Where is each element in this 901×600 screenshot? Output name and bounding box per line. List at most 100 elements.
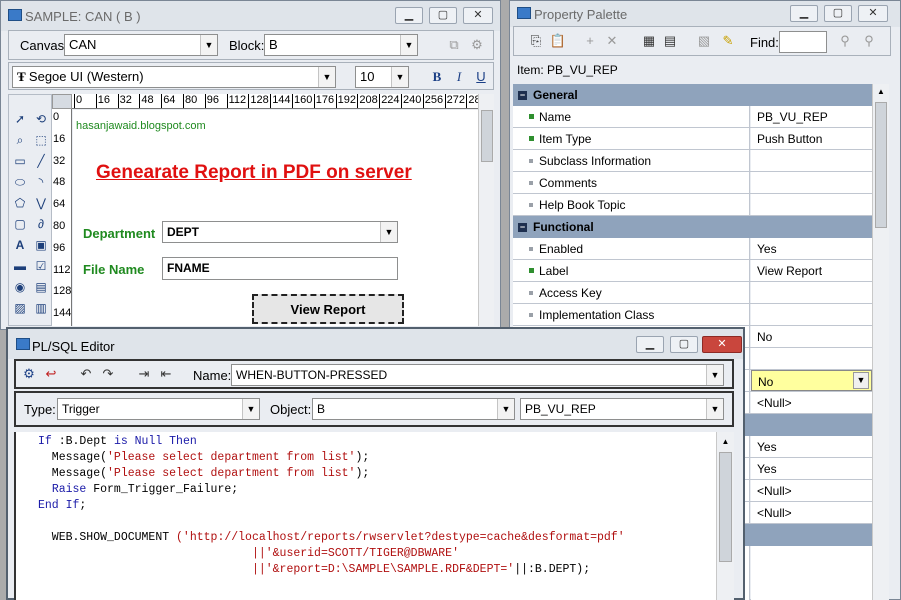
chart-tool-icon[interactable]: ▥ [31,298,51,318]
delete-property-icon[interactable]: ✕ [602,31,622,51]
trigger-name-select[interactable]: WHEN-BUTTON-PRESSED ▼ [231,364,724,386]
layout-canvas[interactable]: hasanjawaid.blogspot.com Genearate Repor… [73,110,478,326]
scroll-thumb[interactable] [719,452,732,562]
freehand-tool-icon[interactable]: ∂ [31,214,51,234]
property-row[interactable]: Help Book Topic [513,194,872,216]
checkbox-tool-icon[interactable]: ☑ [31,256,51,276]
scroll-up-icon[interactable]: ▲ [717,434,734,450]
property-value[interactable]: <Null> [751,480,872,501]
underline-button[interactable]: U [471,67,491,87]
canvas-select[interactable]: CAN ▼ [64,34,218,56]
select-tool-icon[interactable]: ➚ [10,109,30,129]
image-tool-icon[interactable]: ▨ [10,298,30,318]
share-icon[interactable]: ⧉ [444,35,464,55]
property-value[interactable] [751,194,872,215]
close-button[interactable]: ✕ [463,7,493,24]
code-vertical-scrollbar[interactable]: ▲ [716,432,734,600]
close-button[interactable]: ✕ [702,336,742,353]
property-value[interactable]: Yes [751,458,872,479]
property-value[interactable] [751,304,872,325]
view-report-button[interactable]: View Report [252,294,404,324]
property-value-dropdown[interactable]: No ▼ [751,370,872,391]
scroll-thumb[interactable] [875,102,887,228]
chevron-down-icon[interactable]: ▼ [853,372,869,389]
block-select[interactable]: B ▼ [264,34,418,56]
font-select[interactable]: Ŧ Segoe UI (Western) ▼ [12,66,336,88]
section-general[interactable]: − General [513,84,872,106]
property-class-icon[interactable]: ▦ [639,31,659,51]
revert-icon[interactable]: ↩ [41,364,61,384]
palette-titlebar[interactable]: Property Palette ▁ ▢ ✕ [510,1,900,27]
close-button[interactable]: ✕ [858,5,888,22]
collapse-icon[interactable]: − [518,91,527,100]
radio-tool-icon[interactable]: ◉ [10,277,30,297]
property-row[interactable]: Name PB_VU_REP [513,106,872,128]
minimize-button[interactable]: ▁ [636,336,664,353]
rotate-tool-icon[interactable]: ⟲ [31,109,51,129]
rectangle-tool-icon[interactable]: ▭ [10,151,30,171]
chevron-down-icon[interactable]: ▼ [380,222,397,242]
magnify-tool-icon[interactable]: ⌕ [10,130,30,150]
button-tool-icon[interactable]: ▬ [10,256,30,276]
chevron-down-icon[interactable]: ▼ [242,399,259,419]
bold-button[interactable]: B [427,67,447,87]
polyline-tool-icon[interactable]: ⋁ [31,193,51,213]
maximize-button[interactable]: ▢ [824,5,852,22]
property-value[interactable] [751,348,872,369]
search-backward-icon[interactable]: ⚲ [859,31,879,51]
italic-button[interactable]: I [449,67,469,87]
section-functional[interactable]: − Functional [513,216,872,238]
property-value[interactable]: PB_VU_REP [751,106,872,127]
compile-icon[interactable]: ⚙ [19,364,39,384]
property-value[interactable]: Push Button [751,128,872,149]
filename-field[interactable]: FNAME [162,257,398,280]
maximize-button[interactable]: ▢ [429,7,457,24]
text-item-tool-icon[interactable]: ▤ [31,277,51,297]
add-property-icon[interactable]: + [580,31,600,51]
chevron-down-icon[interactable]: ▼ [391,67,408,87]
line-tool-icon[interactable]: ╱ [31,151,51,171]
ellipse-tool-icon[interactable]: ⬭ [10,172,30,192]
property-row[interactable]: Item Type Push Button [513,128,872,150]
property-value[interactable]: Yes [751,436,872,457]
type-select[interactable]: Trigger ▼ [57,398,260,420]
property-row[interactable]: Enabled Yes [513,238,872,260]
outdent-icon[interactable]: ⇤ [156,364,176,384]
indent-icon[interactable]: ⇥ [134,364,154,384]
chevron-down-icon[interactable]: ▼ [400,35,417,55]
property-value[interactable]: View Report [751,260,872,281]
reshape-tool-icon[interactable]: ⬚ [31,130,51,150]
polygon-tool-icon[interactable]: ⬠ [10,193,30,213]
chevron-down-icon[interactable]: ▼ [706,365,723,385]
copy-properties-icon[interactable]: ⎘ [526,31,546,51]
chevron-down-icon[interactable]: ▼ [706,399,723,419]
canvas-vertical-scrollbar[interactable] [478,94,494,326]
chevron-down-icon[interactable]: ▼ [200,35,217,55]
scroll-up-icon[interactable]: ▲ [873,84,889,100]
property-row[interactable]: Comments [513,172,872,194]
paste-properties-icon[interactable]: 📋 [548,31,568,51]
canvas-titlebar[interactable]: SAMPLE: CAN ( B ) ▁ ▢ ✕ [1,1,500,31]
frame-tool-icon[interactable]: ▣ [31,235,51,255]
property-row[interactable]: Subclass Information [513,150,872,172]
rounded-rect-tool-icon[interactable]: ▢ [10,214,30,234]
font-size-select[interactable]: 10 ▼ [355,66,409,88]
chevron-down-icon[interactable]: ▼ [497,399,514,419]
property-value[interactable]: <Null> [751,502,872,523]
department-list-item[interactable]: DEPT ▼ [162,221,398,243]
freeze-pin-icon[interactable]: ✎ [718,31,738,51]
palette-vertical-scrollbar[interactable]: ▲ [872,84,889,600]
scroll-thumb[interactable] [481,110,493,162]
property-row[interactable]: Access Key [513,282,872,304]
minimize-button[interactable]: ▁ [790,5,818,22]
inherit-icon[interactable]: ▤ [660,31,680,51]
collapse-icon[interactable]: − [518,223,527,232]
property-value[interactable]: No [751,326,872,347]
search-forward-icon[interactable]: ⚲ [835,31,855,51]
editor-titlebar[interactable]: PL/SQL Editor ▁ ▢ ✕ [8,329,743,359]
text-tool-icon[interactable]: A [10,235,30,255]
find-input[interactable] [779,31,827,53]
maximize-button[interactable]: ▢ [670,336,698,353]
settings-icon[interactable]: ⚙ [467,35,487,55]
property-row[interactable]: Implementation Class [513,304,872,326]
